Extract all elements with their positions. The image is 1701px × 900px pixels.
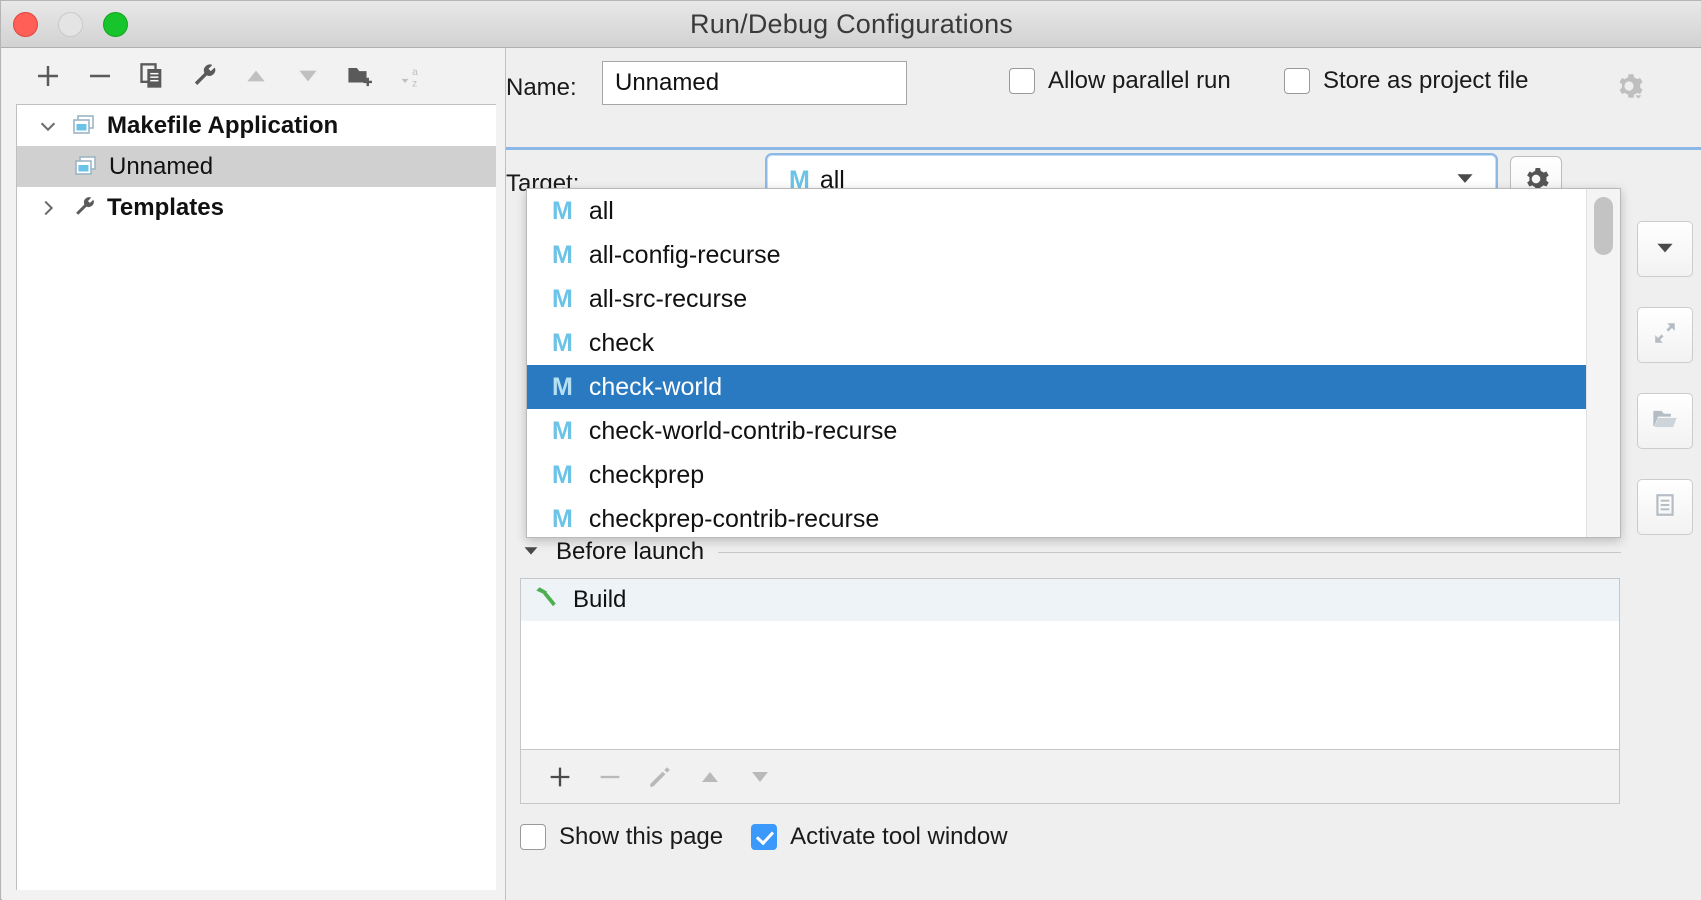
move-task-up-button[interactable] bbox=[685, 753, 735, 801]
activate-tool-window-checkbox[interactable] bbox=[751, 824, 778, 850]
window-title: Run/Debug Configurations bbox=[690, 9, 1013, 39]
tree-item-templates[interactable]: Templates bbox=[17, 187, 496, 228]
add-task-button[interactable] bbox=[535, 753, 585, 801]
activate-tool-window-label: Activate tool window bbox=[790, 823, 1008, 850]
show-this-page-label: Show this page bbox=[559, 823, 724, 850]
store-as-project-file-checkbox-row[interactable]: Store as project file bbox=[1284, 67, 1528, 95]
configuration-editor: Name: Unnamed Allow parallel run Store a… bbox=[506, 48, 1701, 900]
tree-item-label: Templates bbox=[107, 193, 224, 221]
dropdown-item-check-world[interactable]: M check-world bbox=[527, 365, 1586, 409]
dropdown-item-label: checkprep-contrib-recurse bbox=[588, 504, 880, 533]
tree-item-unnamed[interactable]: Unnamed bbox=[17, 146, 496, 187]
expand-editor-button[interactable] bbox=[1637, 307, 1693, 363]
tree-item-label: Unnamed bbox=[109, 152, 214, 180]
before-launch-toolbar bbox=[520, 750, 1620, 804]
footer-checkboxes: Show this page Activate tool window bbox=[520, 823, 1008, 851]
dropdown-scrollbar-thumb[interactable] bbox=[1594, 197, 1613, 255]
document-list-icon bbox=[1652, 492, 1678, 523]
remove-button[interactable] bbox=[74, 54, 126, 98]
dropdown-item-all[interactable]: M all bbox=[527, 189, 1586, 233]
sort-button[interactable]: a z bbox=[386, 54, 438, 98]
before-launch-title: Before launch bbox=[556, 538, 705, 565]
makefile-target-icon: M bbox=[552, 416, 573, 445]
hammer-icon bbox=[533, 584, 559, 617]
move-task-down-button[interactable] bbox=[735, 753, 785, 801]
name-input[interactable]: Unnamed bbox=[602, 61, 907, 105]
target-dropdown-popup[interactable]: M all M all-config-recurse M all-src-rec… bbox=[526, 188, 1621, 538]
dropdown-item-checkprep-contrib-recurse[interactable]: M checkprep-contrib-recurse bbox=[527, 497, 1586, 537]
chevron-down-icon bbox=[1652, 234, 1678, 265]
add-button[interactable] bbox=[22, 54, 74, 98]
configurations-tree[interactable]: Makefile Application Unnamed Templates bbox=[16, 104, 496, 890]
show-this-page-checkbox-row[interactable]: Show this page bbox=[520, 823, 723, 851]
run-debug-configurations-dialog: Run/Debug Configurations a z Makefile Ap… bbox=[0, 0, 1701, 900]
run-configuration-icon bbox=[69, 154, 103, 180]
expand-arrows-icon bbox=[1652, 320, 1678, 351]
makefile-target-icon: M bbox=[552, 196, 573, 225]
makefile-target-icon: M bbox=[552, 372, 573, 401]
dropdown-item-label: all-src-recurse bbox=[588, 284, 748, 313]
makefile-target-icon: M bbox=[552, 504, 573, 533]
allow-parallel-run-label: Allow parallel run bbox=[1048, 67, 1231, 94]
triangle-down-icon[interactable] bbox=[520, 539, 542, 566]
dropdown-item-check-world-contrib-recurse[interactable]: M check-world-contrib-recurse bbox=[527, 409, 1586, 453]
edit-task-button[interactable] bbox=[635, 753, 685, 801]
dropdown-item-all-src-recurse[interactable]: M all-src-recurse bbox=[527, 277, 1586, 321]
dropdown-scrollbar[interactable] bbox=[1586, 189, 1620, 537]
allow-parallel-run-checkbox-row[interactable]: Allow parallel run bbox=[1009, 67, 1231, 95]
before-launch-header[interactable]: Before launch bbox=[506, 538, 1701, 566]
expand-dropdown-button[interactable] bbox=[1637, 221, 1693, 277]
gear-dropdown-icon[interactable] bbox=[1614, 71, 1644, 106]
open-folder-icon bbox=[1651, 405, 1679, 438]
show-this-page-checkbox[interactable] bbox=[520, 824, 546, 850]
makefile-target-icon: M bbox=[552, 240, 573, 269]
title-bar: Run/Debug Configurations bbox=[1, 1, 1701, 48]
before-launch-task-list[interactable]: Build bbox=[520, 578, 1620, 750]
new-folder-button[interactable] bbox=[334, 54, 386, 98]
remove-task-button[interactable] bbox=[585, 753, 635, 801]
tree-item-label: Makefile Application bbox=[107, 111, 339, 139]
chevron-right-icon[interactable] bbox=[29, 197, 67, 219]
dropdown-item-checkprep[interactable]: M checkprep bbox=[527, 453, 1586, 497]
configurations-toolbar: a z bbox=[2, 48, 506, 104]
wrench-icon bbox=[67, 195, 101, 220]
target-dropdown-list[interactable]: M all M all-config-recurse M all-src-rec… bbox=[527, 189, 1586, 537]
dropdown-item-check[interactable]: M check bbox=[527, 321, 1586, 365]
tree-item-makefile-application[interactable]: Makefile Application bbox=[17, 105, 496, 146]
svg-text:z: z bbox=[412, 78, 417, 90]
run-configuration-icon bbox=[67, 113, 101, 139]
dropdown-item-label: checkprep bbox=[588, 460, 705, 489]
before-launch-separator bbox=[718, 551, 1621, 553]
move-up-button[interactable] bbox=[230, 54, 282, 98]
dropdown-item-label: all bbox=[588, 196, 614, 225]
dropdown-item-label: check-world bbox=[588, 372, 723, 401]
move-down-button[interactable] bbox=[282, 54, 334, 98]
activate-tool-window-checkbox-row[interactable]: Activate tool window bbox=[751, 823, 1008, 851]
dropdown-item-label: check-world-contrib-recurse bbox=[588, 416, 898, 445]
store-as-project-file-label: Store as project file bbox=[1323, 67, 1529, 94]
before-launch-section: Before launch Build Show this page Activ… bbox=[506, 538, 1701, 850]
makefile-target-icon: M bbox=[552, 284, 573, 313]
svg-text:a: a bbox=[412, 66, 418, 78]
name-row: Name: Unnamed Allow parallel run Store a… bbox=[506, 61, 1701, 119]
makefile-target-icon: M bbox=[552, 328, 573, 357]
makefile-target-icon: M bbox=[552, 460, 573, 489]
store-as-project-file-checkbox[interactable] bbox=[1284, 68, 1310, 94]
before-launch-task-build[interactable]: Build bbox=[521, 579, 1619, 621]
configurations-panel: a z Makefile Application Unnamed Templat… bbox=[2, 48, 506, 900]
allow-parallel-run-checkbox[interactable] bbox=[1009, 68, 1035, 94]
show-list-button[interactable] bbox=[1637, 479, 1693, 535]
dropdown-item-label: check bbox=[588, 328, 655, 357]
dropdown-item-all-config-recurse[interactable]: M all-config-recurse bbox=[527, 233, 1586, 277]
before-launch-task-label: Build bbox=[573, 586, 627, 613]
copy-button[interactable] bbox=[126, 54, 178, 98]
browse-folder-button[interactable] bbox=[1637, 393, 1693, 449]
dropdown-item-label: all-config-recurse bbox=[588, 240, 781, 269]
edit-templates-button[interactable] bbox=[178, 54, 230, 98]
chevron-down-icon[interactable] bbox=[29, 115, 67, 137]
name-label: Name: bbox=[506, 74, 577, 101]
focus-accent-line bbox=[506, 147, 1701, 150]
